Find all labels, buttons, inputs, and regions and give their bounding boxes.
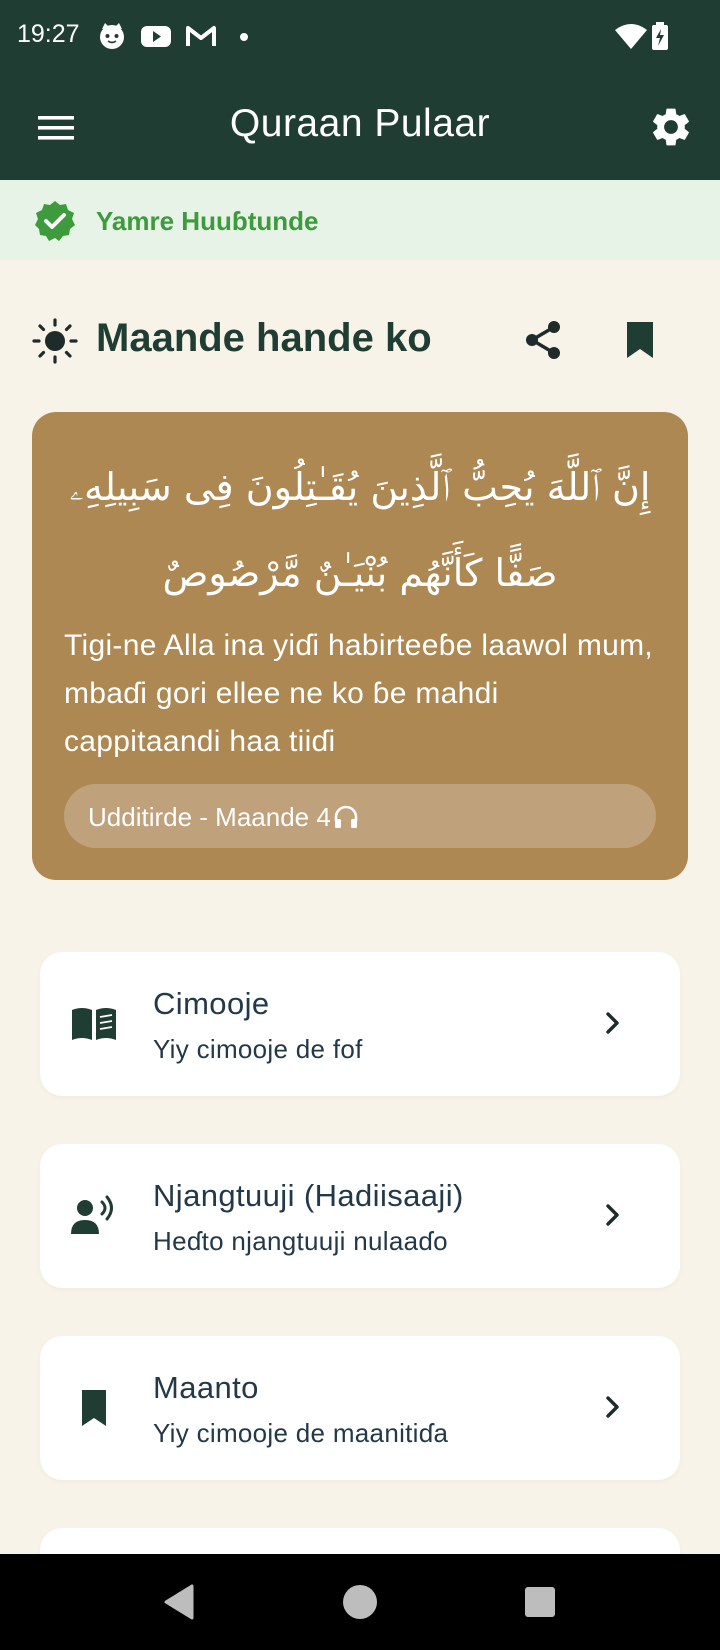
recents-icon[interactable] <box>516 1578 564 1626</box>
app-bar: Quraan Pulaar <box>0 74 720 180</box>
back-icon[interactable] <box>156 1578 204 1626</box>
nav-card-subtitle: Yiy cimooje de maanitiɗa <box>153 1418 449 1448</box>
nav-card-subtitle: Heɗto njangtuuji nulaaɗo <box>153 1226 448 1256</box>
sun-icon <box>32 318 78 364</box>
home-icon[interactable] <box>336 1578 384 1626</box>
verse-reference-text: Udditirde - Maande 4 <box>88 802 331 832</box>
share-icon[interactable] <box>522 318 566 362</box>
more-notifications-dot-icon <box>238 21 250 51</box>
verified-banner: Yamre Huuɓtunde <box>0 180 720 260</box>
chevron-right-icon <box>594 1196 632 1234</box>
app-title: Quraan Pulaar <box>229 102 491 145</box>
gmail-icon <box>185 21 217 51</box>
wifi-icon <box>614 21 648 51</box>
youtube-icon <box>140 21 172 51</box>
nav-card-title: Maanto <box>153 1370 259 1405</box>
verse-arabic-text: إِنَّ ٱللَّهَ يُحِبُّ ٱلَّذِينَ يُقَـٰتِ… <box>69 465 651 595</box>
verse-of-day-header: Maande hande ko <box>0 300 720 380</box>
cat-notification-icon <box>98 21 126 51</box>
chevron-right-icon <box>594 1004 632 1042</box>
system-navigation-bar <box>0 1554 720 1650</box>
nav-card-hadith[interactable]: Njangtuuji (Hadiisaaji) Heɗto njangtuuji… <box>40 1144 680 1288</box>
speaker-person-icon <box>70 1194 118 1238</box>
status-bar: 19:27 <box>0 0 720 74</box>
nav-card-bookmarks[interactable]: Maanto Yiy cimooje de maanitiɗa <box>40 1336 680 1480</box>
book-icon <box>70 1002 118 1046</box>
headphones-icon <box>333 804 359 837</box>
verified-text: Yamre Huuɓtunde <box>96 206 319 236</box>
bookmark-icon[interactable] <box>620 318 660 362</box>
verse-reference-label: Udditirde - Maande 4 <box>88 802 359 837</box>
verified-badge-icon <box>33 199 77 243</box>
settings-gear-icon[interactable] <box>648 104 694 150</box>
nav-card-subtitle: Yiy cimooje de fof <box>153 1034 363 1064</box>
verse-audio-button[interactable]: Udditirde - Maande 4 <box>64 784 656 848</box>
nav-card-chapters[interactable]: Cimooje Yiy cimooje de fof <box>40 952 680 1096</box>
verse-translation-text: Tigi-ne Alla ina yiɗi habirteeɓe laawol … <box>64 629 654 758</box>
chevron-right-icon <box>594 1388 632 1426</box>
nav-card-title: Njangtuuji (Hadiisaaji) <box>153 1178 464 1213</box>
battery-charging-icon <box>650 21 670 51</box>
bookmark-icon <box>70 1386 118 1430</box>
status-time: 19:27 <box>17 20 80 48</box>
nav-card-title: Cimooje <box>153 986 270 1021</box>
app-screen: 19:27 Quraan Pulaar Yamre Huuɓtunde Maan… <box>0 0 720 1650</box>
verse-card: إِنَّ ٱللَّهَ يُحِبُّ ٱلَّذِينَ يُقَـٰتِ… <box>32 412 688 880</box>
verse-of-day-title: Maande hande ko <box>96 316 432 360</box>
